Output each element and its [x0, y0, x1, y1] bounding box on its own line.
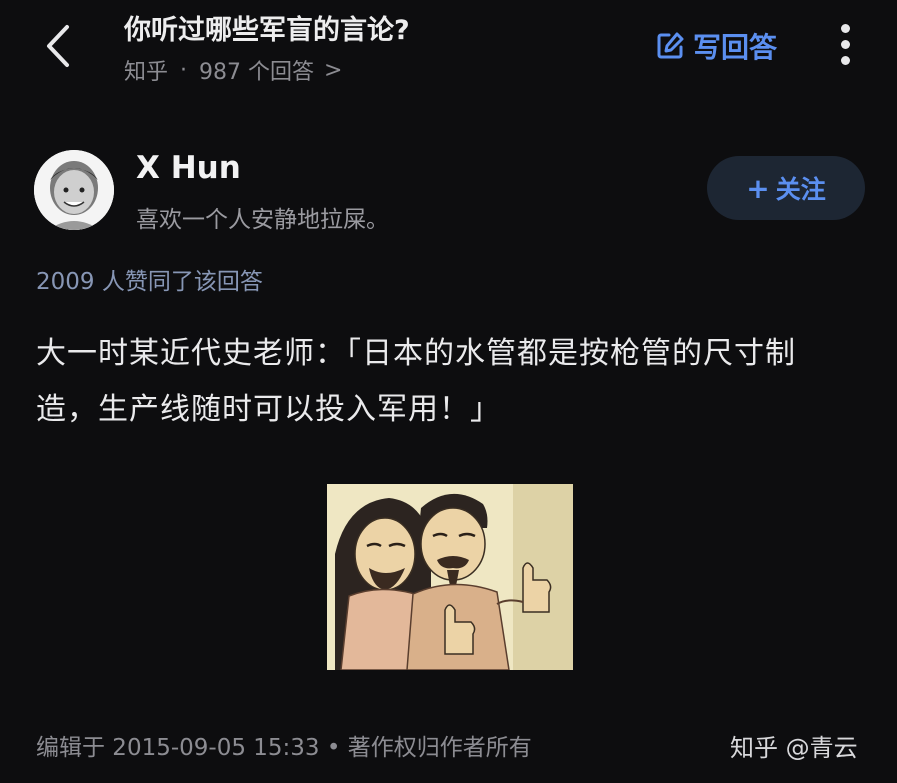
author-avatar[interactable] [34, 150, 114, 230]
follow-label: 关注 [775, 175, 826, 204]
more-options-button[interactable] [832, 22, 860, 68]
meme-image[interactable] [327, 484, 573, 670]
cartoon-illustration [327, 484, 573, 670]
write-answer-button[interactable]: 写回答 [655, 26, 777, 66]
follow-button[interactable]: + 关注 [707, 156, 865, 220]
answer-content: 大一时某近代史老师：「日本的水管都是按枪管的尺寸制造，生产线随时可以投入军用！」 [36, 336, 796, 427]
question-meta[interactable]: 知乎 · 987 个回答 > [124, 54, 342, 86]
author-bio: 喜欢一个人安静地拉屎。 [136, 207, 389, 233]
answer-count: 987 个回答 [199, 60, 315, 85]
chevron-left-icon [47, 25, 69, 67]
source-label: 知乎 [124, 60, 169, 85]
question-header: 你听过哪些军盲的言论? 知乎 · 987 个回答 > 写回答 [0, 0, 897, 110]
edit-icon [657, 32, 684, 59]
write-answer-label: 写回答 [693, 31, 778, 64]
more-dot [841, 40, 850, 49]
watermark: 知乎 @青云 [730, 734, 858, 762]
edit-footer: 编辑于 2015-09-05 15:33 • 著作权归作者所有 [36, 735, 532, 761]
meta-separator: · [180, 57, 188, 83]
plus-icon: + [746, 171, 770, 205]
back-button[interactable] [32, 20, 84, 72]
author-name[interactable]: X Hun [136, 150, 241, 186]
chevron-right-icon: > [324, 57, 343, 83]
more-vertical-icon [841, 24, 850, 33]
question-title[interactable]: 你听过哪些军盲的言论? [124, 8, 410, 47]
more-dot [841, 56, 850, 65]
avatar-image [34, 150, 114, 230]
upvote-count: 2009 人赞同了该回答 [36, 269, 263, 295]
